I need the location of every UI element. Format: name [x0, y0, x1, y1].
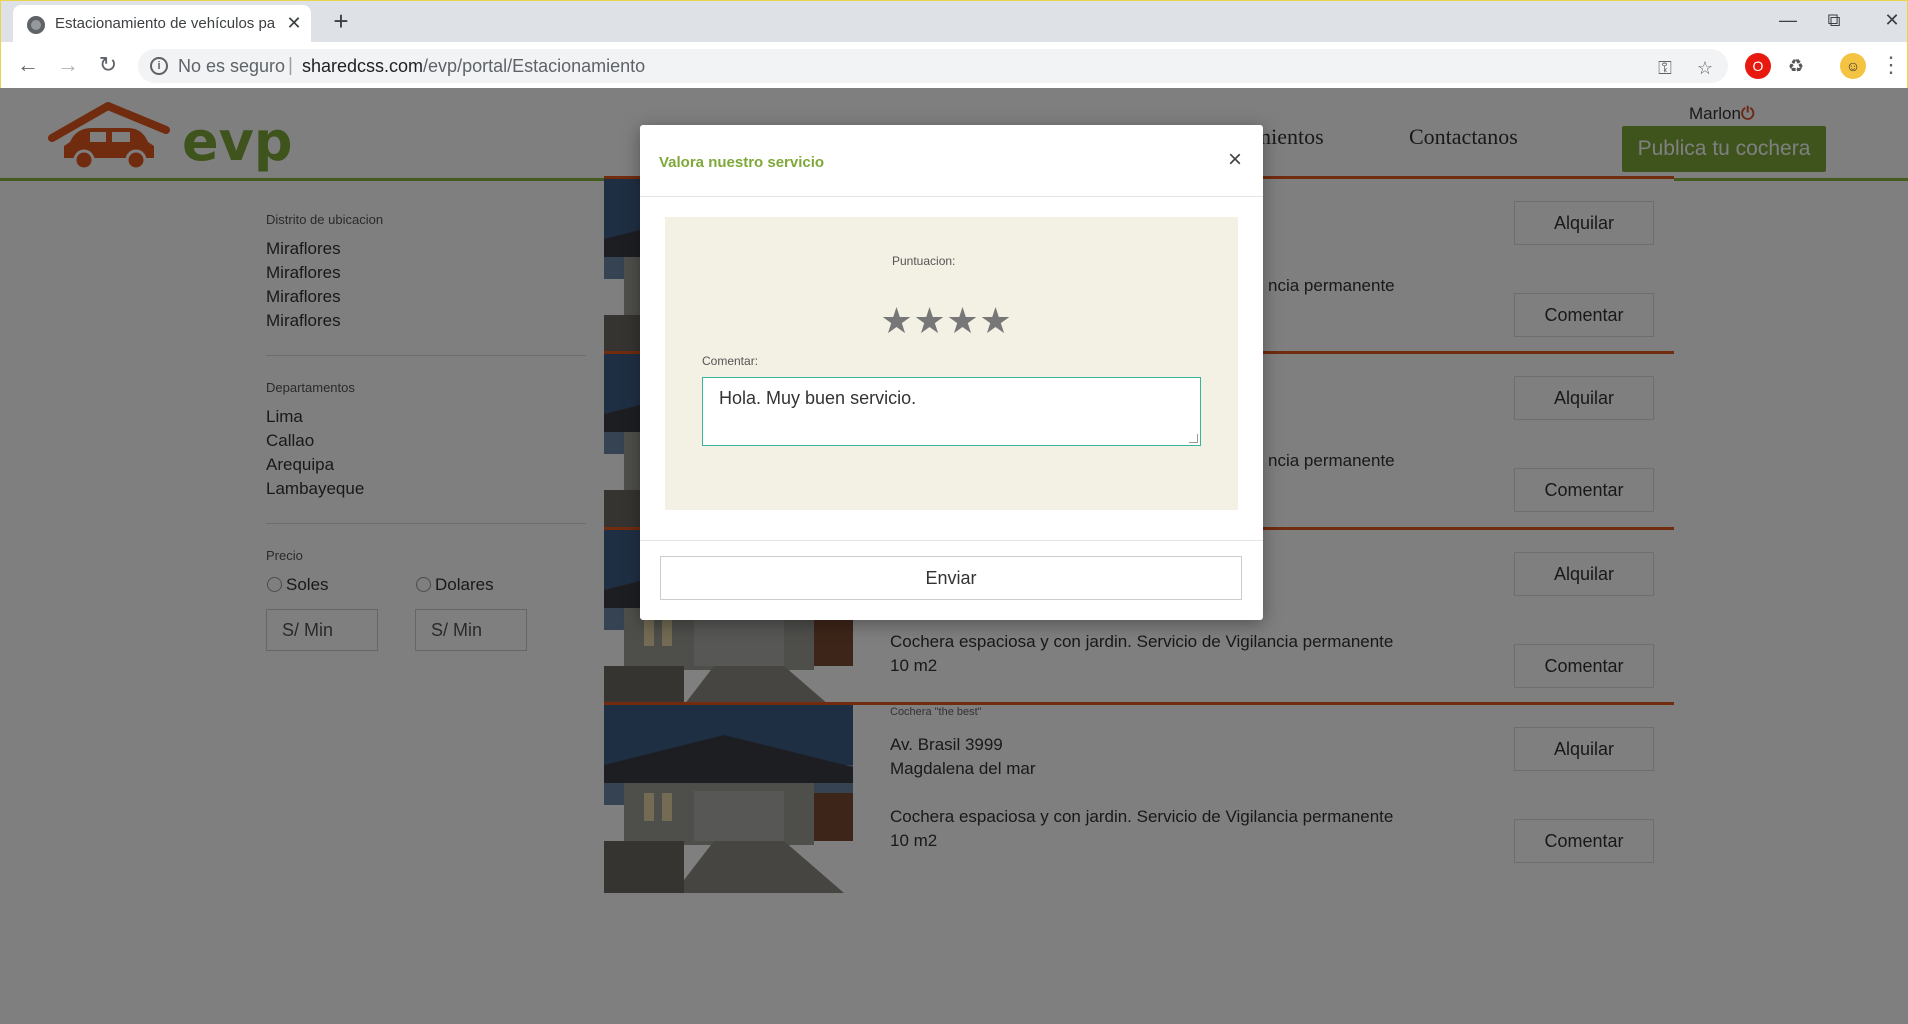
security-label: No es seguro: [178, 56, 286, 76]
modal-header: Valora nuestro servicio ×: [640, 125, 1263, 197]
modal-footer-divider: [640, 540, 1263, 541]
tab-strip: Estacionamiento de vehículos pa ✕ + — ⧉ …: [1, 1, 1907, 42]
comment-textarea[interactable]: Hola. Muy buen servicio.: [702, 377, 1201, 446]
window-close-icon[interactable]: ✕: [1877, 7, 1907, 33]
rating-label: Puntuacion:: [892, 254, 956, 268]
address-bar[interactable]: i No es seguro | sharedcss.com/evp/porta…: [138, 49, 1728, 83]
star-icon[interactable]: ★: [913, 301, 946, 341]
url-text[interactable]: sharedcss.com/evp/portal/Estacionamiento: [302, 56, 645, 77]
browser-toolbar: ← → ↻ i No es seguro | sharedcss.com/evp…: [1, 42, 1907, 89]
comment-label: Comentar:: [702, 354, 759, 368]
comment-text: Hola. Muy buen servicio.: [719, 388, 917, 408]
star-bookmark-icon[interactable]: ☆: [1694, 57, 1716, 79]
tab-close-button[interactable]: ✕: [283, 12, 305, 34]
profile-avatar-icon[interactable]: ☺: [1840, 53, 1866, 79]
menu-kebab-icon[interactable]: ⋮: [1877, 51, 1905, 79]
restore-icon[interactable]: ⧉: [1819, 7, 1849, 33]
opera-extension-icon[interactable]: O: [1745, 53, 1771, 79]
recycle-extension-icon[interactable]: ♻: [1783, 53, 1809, 79]
url-path: /evp/portal/Estacionamiento: [423, 56, 646, 76]
resize-handle-icon[interactable]: [1189, 434, 1198, 443]
reload-icon[interactable]: ↻: [94, 51, 122, 79]
browser-tab[interactable]: Estacionamiento de vehículos pa ✕: [13, 5, 311, 42]
minimize-icon[interactable]: —: [1773, 7, 1803, 33]
url-separator: |: [288, 55, 293, 76]
globe-icon: [27, 16, 45, 34]
submit-button[interactable]: Enviar: [660, 556, 1242, 600]
url-host: sharedcss.com: [302, 56, 424, 76]
tab-title: Estacionamiento de vehículos pa: [55, 15, 276, 32]
modal-title: Valora nuestro servicio: [659, 154, 825, 171]
key-icon[interactable]: ⚿: [1654, 57, 1676, 79]
star-icon[interactable]: ★: [880, 301, 913, 341]
browser-chrome: Estacionamiento de vehículos pa ✕ + — ⧉ …: [0, 0, 1908, 89]
modal-close-button[interactable]: ×: [1222, 147, 1248, 173]
forward-arrow-icon[interactable]: →: [54, 51, 82, 79]
star-rating[interactable]: ★★★★: [880, 301, 1012, 341]
back-arrow-icon[interactable]: ←: [14, 51, 42, 79]
new-tab-button[interactable]: +: [327, 7, 355, 35]
star-icon[interactable]: ★: [979, 301, 1012, 341]
rating-modal: Valora nuestro servicio × Puntuacion: ★★…: [640, 125, 1263, 620]
web-page: evp mientos Contactanos Marlon⏻ Publica …: [0, 88, 1908, 1024]
info-icon[interactable]: i: [150, 57, 168, 75]
modal-body: Puntuacion: ★★★★ Comentar: Hola. Muy bue…: [665, 217, 1238, 510]
star-icon[interactable]: ★: [946, 301, 979, 341]
